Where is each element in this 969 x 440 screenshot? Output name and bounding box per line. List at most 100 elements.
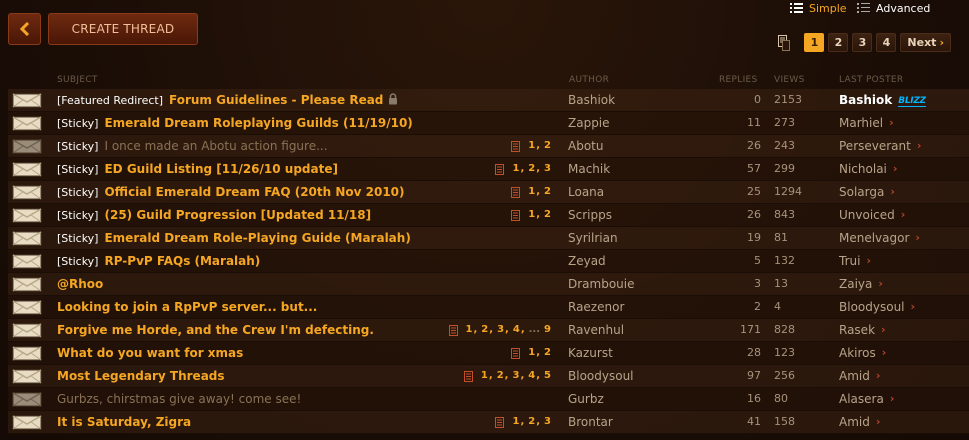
- thread-title-link[interactable]: I once made an Abotu action figure...: [104, 139, 327, 153]
- thread-author[interactable]: Machik: [568, 158, 610, 180]
- thread-page-link[interactable]: 2: [544, 181, 551, 203]
- last-poster-link[interactable]: Nicholai: [839, 158, 887, 180]
- last-poster-link[interactable]: Trui: [839, 250, 860, 272]
- go-to-last-post-icon[interactable]: ›: [911, 296, 916, 318]
- thread-author[interactable]: Loana: [568, 181, 604, 203]
- thread-page-link[interactable]: 1: [466, 319, 473, 341]
- table-row[interactable]: [Sticky] (25) Guild Progression [Updated …: [8, 204, 969, 227]
- thread-author[interactable]: Kazurst: [568, 342, 613, 364]
- thread-title-link[interactable]: Gurbzs, chirstmas give away! come see!: [57, 392, 301, 406]
- column-author[interactable]: AUTHOR: [569, 75, 609, 85]
- go-to-last-post-icon[interactable]: ›: [890, 388, 895, 410]
- last-poster-link[interactable]: Bloodysoul: [839, 296, 905, 318]
- column-last-poster[interactable]: LAST POSTER: [839, 75, 903, 85]
- thread-title-link[interactable]: RP-PvP FAQs (Maralah): [104, 254, 260, 268]
- thread-page-link[interactable]: 4: [528, 365, 535, 387]
- last-poster-link[interactable]: Unvoiced: [839, 204, 895, 226]
- next-page-button[interactable]: Next ›: [900, 33, 951, 52]
- thread-author[interactable]: Zeyad: [568, 250, 606, 272]
- column-replies[interactable]: REPLIES: [719, 75, 758, 85]
- go-to-last-post-icon[interactable]: ›: [917, 135, 922, 157]
- thread-title-link[interactable]: Forgive me Horde, and the Crew I'm defec…: [57, 323, 374, 337]
- last-poster-link[interactable]: Menelvagor: [839, 227, 909, 249]
- thread-page-link[interactable]: 5: [544, 365, 551, 387]
- thread-author[interactable]: Raezenor: [568, 296, 624, 318]
- thread-author[interactable]: Syrilrian: [568, 227, 618, 249]
- table-row[interactable]: Forgive me Horde, and the Crew I'm defec…: [8, 319, 969, 342]
- table-row[interactable]: Most Legendary Threads 1, 2, 3, 4, 5 Bloodysou…: [8, 365, 969, 388]
- thread-title-link[interactable]: What do you want for xmas: [57, 346, 243, 360]
- thread-page-link[interactable]: 2: [528, 158, 535, 180]
- thread-page-link[interactable]: 1: [512, 158, 519, 180]
- go-to-last-post-icon[interactable]: ›: [866, 250, 871, 272]
- thread-title-link[interactable]: Emerald Dream Role-Playing Guide (Marala…: [104, 231, 410, 245]
- table-row[interactable]: What do you want for xmas 1, 2 Kazurst 28 123…: [8, 342, 969, 365]
- thread-page-link[interactable]: 1: [528, 135, 535, 157]
- table-row[interactable]: [Featured Redirect] Forum Guidelines - Pl…: [8, 89, 969, 112]
- thread-title-link[interactable]: Emerald Dream Roleplaying Guilds (11/19/…: [104, 116, 412, 130]
- page-1-button[interactable]: 1: [804, 33, 825, 52]
- go-to-last-post-icon[interactable]: ›: [876, 365, 881, 387]
- thread-page-link[interactable]: 1: [481, 365, 488, 387]
- view-simple-toggle[interactable]: Simple: [790, 1, 847, 15]
- create-thread-button[interactable]: CREATE THREAD: [48, 13, 198, 45]
- last-poster-link[interactable]: Rasek: [839, 319, 875, 341]
- table-row[interactable]: @Rhoo Drambouie 3 13 Zaiya ›: [8, 273, 969, 296]
- thread-page-link[interactable]: 3: [544, 158, 551, 180]
- go-to-last-post-icon[interactable]: ›: [881, 319, 886, 341]
- thread-title-link[interactable]: Looking to join a RpPvP server... but...: [57, 300, 317, 314]
- go-to-last-post-icon[interactable]: ›: [893, 158, 898, 180]
- thread-author[interactable]: Ravenhul: [568, 319, 624, 341]
- thread-page-link[interactable]: 4: [513, 319, 520, 341]
- last-poster-link[interactable]: Alasera: [839, 388, 884, 410]
- thread-author[interactable]: Bloodysoul: [568, 365, 634, 387]
- back-button[interactable]: [8, 13, 41, 45]
- go-to-last-post-icon[interactable]: ›: [915, 227, 920, 249]
- thread-title-link[interactable]: Forum Guidelines - Please Read: [169, 93, 383, 107]
- thread-author[interactable]: Abotu: [568, 135, 603, 157]
- thread-page-link[interactable]: 3: [497, 319, 504, 341]
- last-poster-link[interactable]: Amid: [839, 365, 870, 387]
- last-poster-link[interactable]: Marhiel: [839, 112, 883, 134]
- thread-title-link[interactable]: Official Emerald Dream FAQ (20th Nov 201…: [104, 185, 404, 199]
- thread-author[interactable]: Drambouie: [568, 273, 635, 295]
- thread-author[interactable]: Bashiok: [568, 89, 615, 111]
- go-to-last-post-icon[interactable]: ›: [878, 273, 883, 295]
- table-row[interactable]: [Sticky] Emerald Dream Role-Playing Guide…: [8, 227, 969, 250]
- last-poster-link[interactable]: Zaiya: [839, 273, 872, 295]
- thread-page-link[interactable]: 1: [528, 342, 535, 364]
- last-poster-link[interactable]: Bashiok: [839, 89, 892, 111]
- thread-author[interactable]: Zappie: [568, 112, 610, 134]
- table-row[interactable]: [Sticky] RP-PvP FAQs (Maralah) Zeyad 5 132 Tr…: [8, 250, 969, 273]
- last-poster-link[interactable]: Solarga: [839, 181, 884, 203]
- thread-page-link[interactable]: 1: [528, 181, 535, 203]
- thread-page-link[interactable]: 1: [528, 204, 535, 226]
- thread-page-link[interactable]: 2: [544, 342, 551, 364]
- thread-author[interactable]: Gurbz: [568, 388, 604, 410]
- thread-page-link[interactable]: 2: [544, 135, 551, 157]
- thread-page-link[interactable]: 2: [497, 365, 504, 387]
- page-3-button[interactable]: 3: [852, 33, 873, 52]
- thread-title-link[interactable]: It is Saturday, Zigra: [57, 415, 191, 429]
- thread-author[interactable]: Brontar: [568, 411, 613, 433]
- go-to-last-post-icon[interactable]: ›: [890, 181, 895, 203]
- thread-page-link[interactable]: 3: [512, 365, 519, 387]
- view-advanced-toggle[interactable]: Advanced: [857, 1, 930, 15]
- table-row[interactable]: [Sticky] Official Emerald Dream FAQ (20th…: [8, 181, 969, 204]
- thread-page-link[interactable]: 3: [544, 411, 551, 433]
- column-subject[interactable]: SUBJECT: [57, 75, 98, 85]
- thread-page-link[interactable]: 1: [512, 411, 519, 433]
- thread-page-link[interactable]: 2: [528, 411, 535, 433]
- table-row[interactable]: [Sticky] ED Guild Listing [11/26/10 updat…: [8, 158, 969, 181]
- go-to-last-post-icon[interactable]: ›: [889, 112, 894, 134]
- thread-title-link[interactable]: (25) Guild Progression [Updated 11/18]: [104, 208, 371, 222]
- thread-title-link[interactable]: Most Legendary Threads: [57, 369, 225, 383]
- column-views[interactable]: VIEWS: [774, 75, 805, 85]
- table-row[interactable]: It is Saturday, Zigra 1, 2, 3 Brontar 41 158 Am…: [8, 411, 969, 434]
- thread-title-link[interactable]: ED Guild Listing [11/26/10 update]: [104, 162, 338, 176]
- thread-title-link[interactable]: @Rhoo: [57, 277, 103, 291]
- page-2-button[interactable]: 2: [828, 33, 849, 52]
- go-to-last-post-icon[interactable]: ›: [901, 204, 906, 226]
- last-poster-link[interactable]: Perseverant: [839, 135, 911, 157]
- table-row[interactable]: [Sticky] I once made an Abotu action figu…: [8, 135, 969, 158]
